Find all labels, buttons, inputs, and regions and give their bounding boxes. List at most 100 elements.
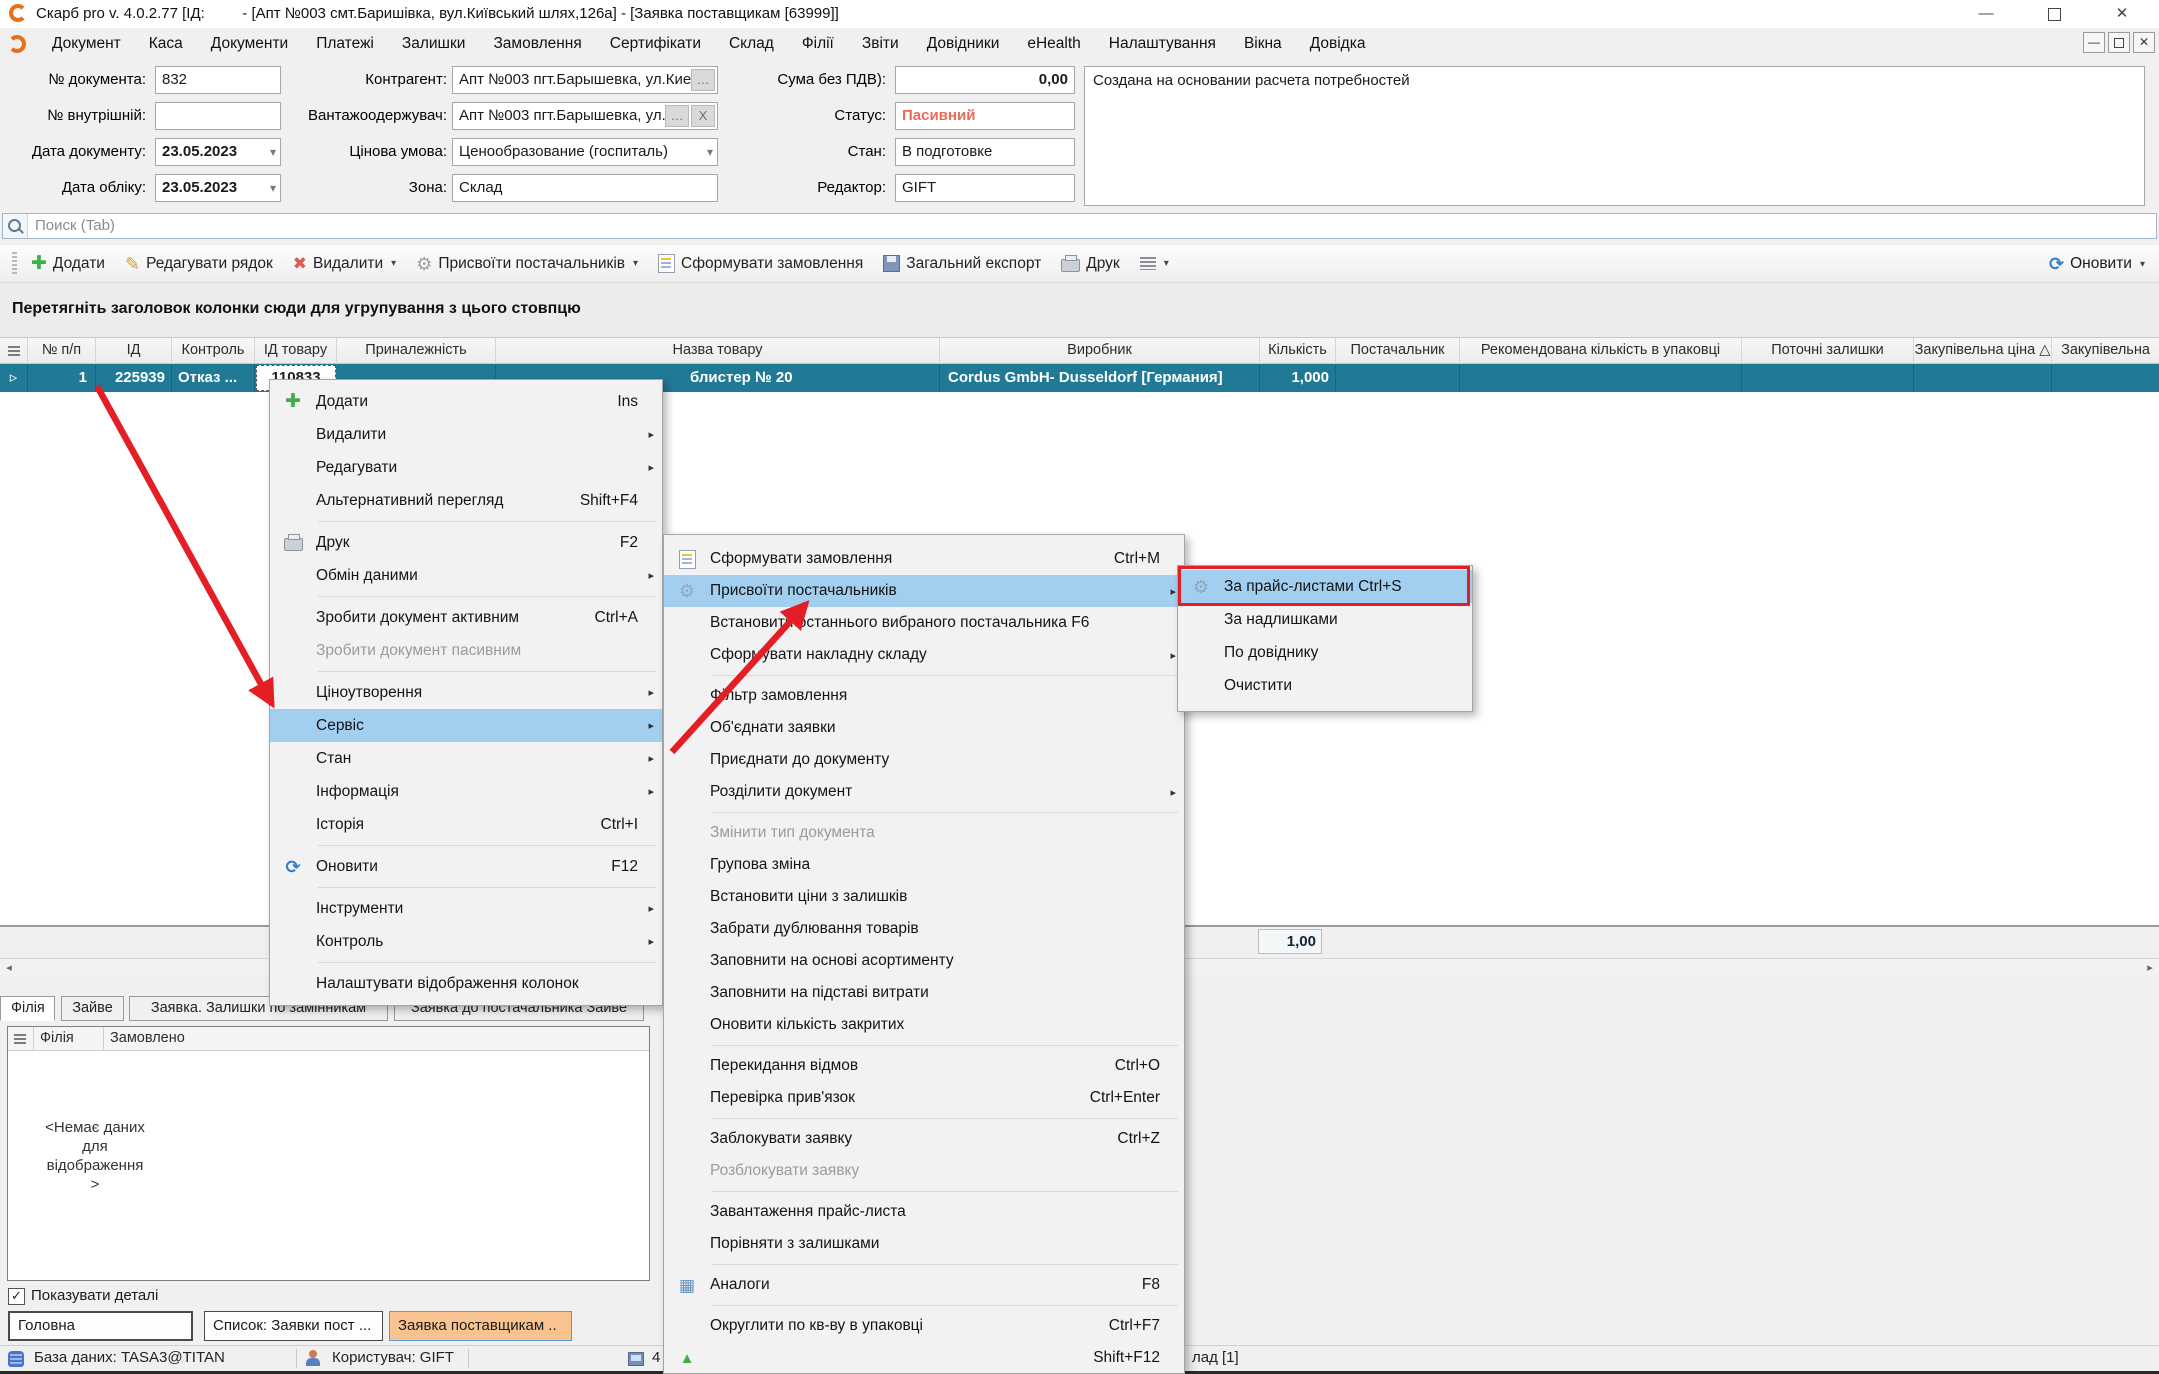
submenu-item-set-prices-from-stock[interactable]: Встановити ціни з залишків (664, 881, 1184, 913)
toolbar-grip[interactable] (12, 252, 17, 276)
submenu-item-by-directory[interactable]: По довіднику (1178, 636, 1472, 669)
form-order-button[interactable]: Сформувати замовлення (658, 254, 863, 273)
cell-num[interactable]: 1 (28, 364, 96, 392)
menu-item-tsinoutvorennia[interactable]: Ціноутворення▸ (270, 676, 662, 709)
internal-number-input[interactable] (155, 102, 281, 130)
doc-number-input[interactable]: 832 (155, 66, 281, 94)
menu-filii[interactable]: Філії (788, 35, 848, 53)
group-by-panel[interactable]: Перетягніть заголовок колонки сюди для у… (0, 283, 2159, 337)
submenu-item-assign-suppliers[interactable]: ⚙Присвоїти постачальників▸ (664, 575, 1184, 607)
submenu-item-clear[interactable]: Очистити (1178, 669, 1472, 702)
add-button[interactable]: ✚Додати (31, 254, 105, 273)
menu-sertyfikaty[interactable]: Сертифікати (596, 35, 715, 53)
cell-qty[interactable]: 1,000 (1260, 364, 1336, 392)
cell-current-stock[interactable] (1742, 364, 1914, 392)
column-header-control[interactable]: Контроль (172, 338, 255, 364)
menu-dovidka[interactable]: Довідка (1296, 35, 1380, 53)
detail-column-filiya[interactable]: Філія (34, 1027, 104, 1050)
menu-item-obmin-danymy[interactable]: Обмін даними▸ (270, 559, 662, 592)
submenu-item-set-last-supplier[interactable]: Встановити останнього вибраного постачал… (664, 607, 1184, 639)
nav-button-zayavka[interactable]: Заявка поставщикам .. (389, 1311, 572, 1341)
submenu-item-form-warehouse-invoice[interactable]: Сформувати накладну складу▸ (664, 639, 1184, 671)
submenu-item-transfer-refusals[interactable]: Перекидання відмовCtrl+O (664, 1050, 1184, 1082)
cell-id[interactable]: 225939 (96, 364, 172, 392)
menu-item-vydalyty[interactable]: Видалити▸ (270, 418, 662, 451)
tab-filiya[interactable]: Філія (0, 996, 55, 1021)
consignee-input[interactable]: Апт №003 пгт.Барышевка, ул.К…X (452, 102, 718, 130)
submenu-item-analogs[interactable]: ▦АналогиF8 (664, 1269, 1184, 1301)
submenu-item-fill-by-expense[interactable]: Заповнити на підставі витрати (664, 977, 1184, 1009)
column-header-manufacturer[interactable]: Виробник (940, 338, 1260, 364)
ellipsis-button[interactable]: … (665, 105, 689, 127)
menu-item-stan[interactable]: Стан▸ (270, 742, 662, 775)
menu-zvity[interactable]: Звіти (848, 35, 913, 53)
menu-dovidnyky[interactable]: Довідники (913, 35, 1014, 53)
nav-button-holovna[interactable]: Головна (8, 1311, 193, 1341)
column-header-purchase-price[interactable]: Закупівельна ціна △ (1914, 338, 2052, 364)
search-input[interactable]: Поиск (Tab) (2, 213, 2157, 239)
cell-supplier[interactable] (1336, 364, 1460, 392)
menu-zamovlennia[interactable]: Замовлення (479, 35, 595, 53)
menu-zalyshky[interactable]: Залишки (388, 35, 480, 53)
column-header-supplier[interactable]: Постачальник (1336, 338, 1460, 364)
submenu-item-split-document[interactable]: Розділити документ▸ (664, 776, 1184, 808)
menu-item-make-active[interactable]: Зробити документ активнимCtrl+A (270, 601, 662, 634)
menu-sklad[interactable]: Склад (715, 35, 788, 53)
minimize-button[interactable]: — (1955, 0, 2017, 28)
menu-kasa[interactable]: Каса (135, 35, 197, 53)
cell-manufacturer[interactable]: Cordus GmbH- Dusseldorf [Германия] (940, 364, 1260, 392)
menu-vikna[interactable]: Вікна (1230, 35, 1296, 53)
detail-column-zamovleno[interactable]: Замовлено (104, 1027, 234, 1050)
submenu-item-clipped[interactable]: ▲Shift+F12 (664, 1342, 1184, 1374)
column-header-current-stock[interactable]: Поточні залишки (1742, 338, 1914, 364)
edit-row-button[interactable]: ✎Редагувати рядок (125, 255, 273, 273)
menu-nalashtuvannia[interactable]: Налаштування (1095, 35, 1230, 53)
menu-item-informatsiia[interactable]: Інформація▸ (270, 775, 662, 808)
menu-item-istoriia[interactable]: ІсторіяCtrl+I (270, 808, 662, 841)
menu-item-onovyty[interactable]: ⟳ОновитиF12 (270, 850, 662, 883)
cell-recommended-qty[interactable] (1460, 364, 1742, 392)
submenu-item-compare-with-stock[interactable]: Порівняти з залишками (664, 1228, 1184, 1260)
menu-item-redahuvaty[interactable]: Редагувати▸ (270, 451, 662, 484)
row-selector-header[interactable] (0, 338, 28, 364)
nav-button-spysok[interactable]: Список: Заявки пост ... (204, 1311, 383, 1341)
submenu-item-form-order[interactable]: Сформувати замовленняCtrl+M (664, 543, 1184, 575)
tab-zaive[interactable]: Зайве (61, 996, 124, 1021)
submenu-item-update-closed-qty[interactable]: Оновити кількість закритих (664, 1009, 1184, 1041)
zone-input[interactable]: Склад (452, 174, 718, 202)
close-button[interactable]: ✕ (2091, 0, 2153, 28)
menu-dokument[interactable]: Документ (38, 35, 135, 53)
menu-item-druk[interactable]: ДрукF2 (270, 526, 662, 559)
column-header-name[interactable]: Назва товару (496, 338, 940, 364)
menu-item-dodaty[interactable]: ✚ДодатиIns (270, 385, 662, 418)
column-header-qty[interactable]: Кількість (1260, 338, 1336, 364)
submenu-item-round-by-pack[interactable]: Округлити по кв-ву в упаковціCtrl+F7 (664, 1310, 1184, 1342)
detail-selector-header[interactable] (8, 1027, 34, 1050)
submenu-item-group-change[interactable]: Групова зміна (664, 849, 1184, 881)
menu-item-configure-columns[interactable]: Налаштувати відображення колонок (270, 967, 662, 1000)
menu-platezhi[interactable]: Платежі (302, 35, 388, 53)
print-button[interactable]: Друк (1061, 255, 1119, 273)
submenu-item-merge-requests[interactable]: Об'єднати заявки (664, 712, 1184, 744)
mdi-restore-button[interactable] (2108, 32, 2130, 53)
menu-item-servis[interactable]: Сервіс▸ (270, 709, 662, 742)
mdi-minimize-button[interactable]: — (2083, 32, 2105, 53)
maximize-button[interactable] (2023, 0, 2085, 28)
column-header-product-id[interactable]: ІД товару (255, 338, 337, 364)
global-export-button[interactable]: Загальний експорт (883, 255, 1041, 273)
submenu-item-remove-duplicates[interactable]: Забрати дублювання товарів (664, 913, 1184, 945)
column-header-purchase[interactable]: Закупівельна (2052, 338, 2159, 364)
scroll-left-icon[interactable]: ◂ (0, 960, 18, 976)
cell-purchase[interactable] (2052, 364, 2159, 392)
chevron-down-icon[interactable]: ▾ (707, 139, 713, 165)
cell-purchase-price[interactable] (1914, 364, 2052, 392)
column-header-num[interactable]: № п/п (28, 338, 96, 364)
refresh-button[interactable]: ⟳Оновити▾ (2049, 245, 2145, 283)
contractor-input[interactable]: Апт №003 пгт.Барышевка, ул.Киев… (452, 66, 718, 94)
menu-item-alt-view[interactable]: Альтернативний переглядShift+F4 (270, 484, 662, 517)
submenu-item-by-surplus[interactable]: За надлишками (1178, 603, 1472, 636)
column-header-recommended-qty[interactable]: Рекомендована кількість в упаковці (1460, 338, 1742, 364)
submenu-item-load-pricelist[interactable]: Завантаження прайс-листа (664, 1196, 1184, 1228)
chevron-down-icon[interactable]: ▾ (270, 139, 276, 165)
show-details-checkbox[interactable]: ✓ (8, 1288, 25, 1305)
